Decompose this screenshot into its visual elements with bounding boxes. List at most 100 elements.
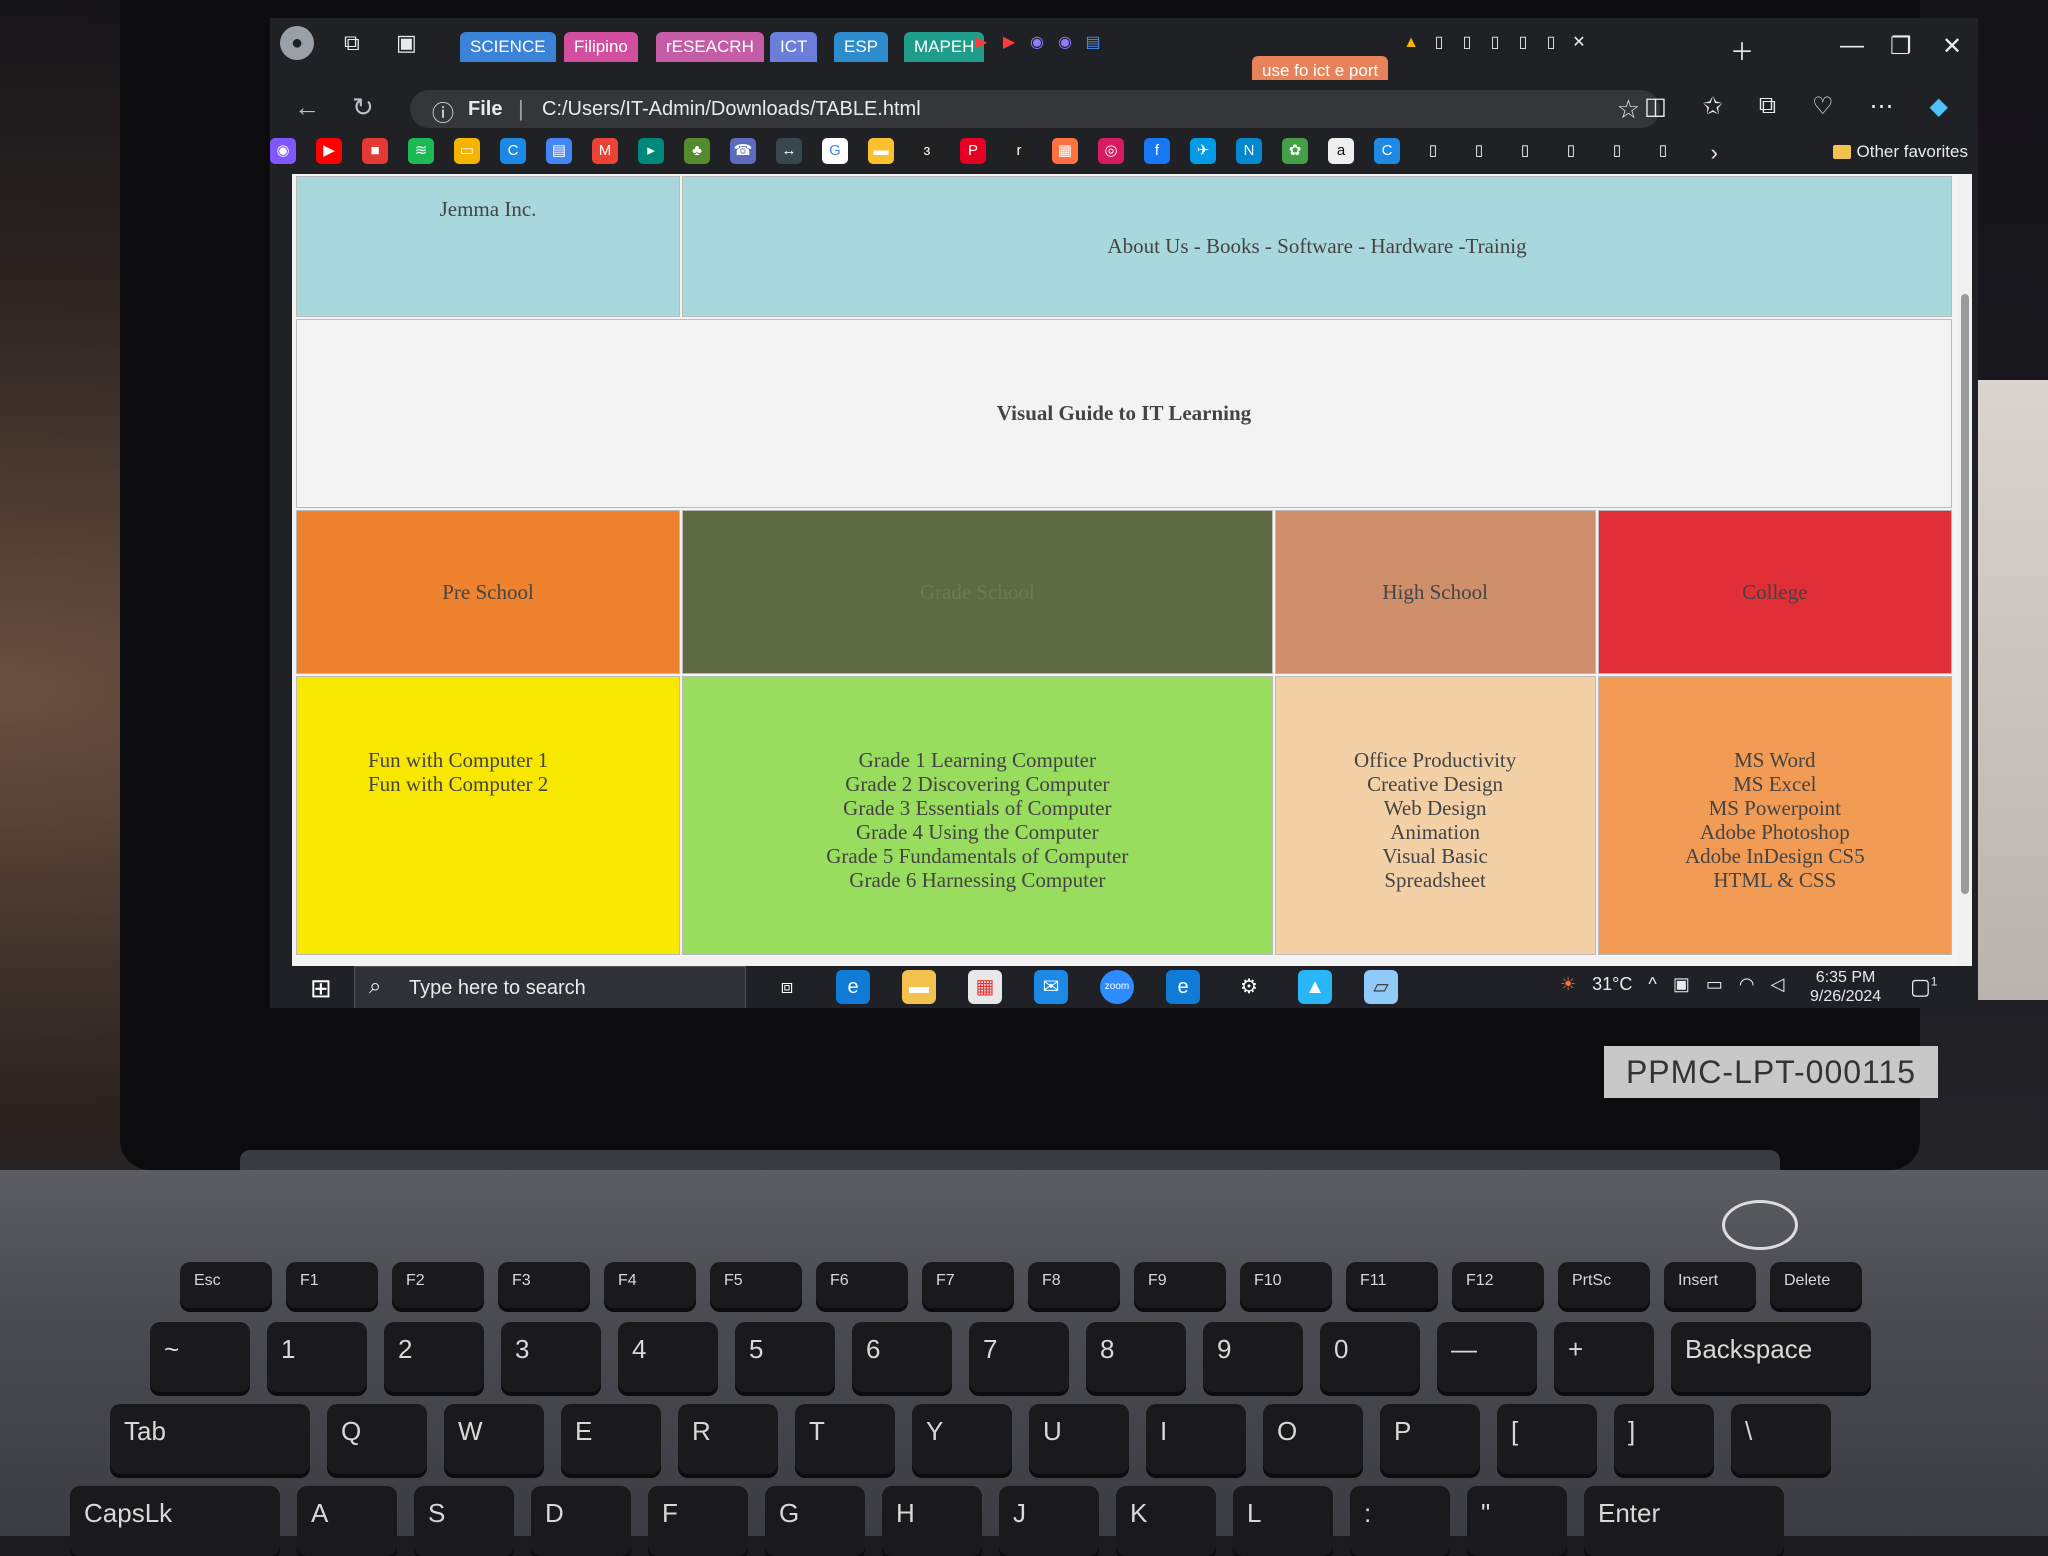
key-e[interactable]: E [561,1404,661,1474]
key-w[interactable]: W [444,1404,544,1474]
page-icon[interactable]: ▯ [1512,30,1534,56]
meet-icon[interactable]: ▸ [638,138,664,164]
key-k[interactable]: K [1116,1486,1216,1556]
key-u[interactable]: U [1029,1404,1129,1474]
split-screen-icon[interactable]: ◫ [1644,92,1667,121]
key-[interactable]: ] [1614,1404,1714,1474]
app-icon[interactable]: C [1374,138,1400,164]
key-esc[interactable]: Esc [180,1262,272,1308]
favorites-icon[interactable]: ✩ [1703,92,1723,121]
key-h[interactable]: H [882,1486,982,1556]
key-f9[interactable]: F9 [1134,1262,1226,1308]
page-icon[interactable]: ▯ [1420,138,1446,164]
key-6[interactable]: 6 [852,1322,952,1392]
new-tab-icon[interactable]: ＋ [1730,32,1754,67]
key-[interactable]: \ [1731,1404,1831,1474]
drive-icon[interactable]: ▲ [1400,30,1422,56]
key-1[interactable]: 1 [267,1322,367,1392]
page-icon[interactable]: ▯ [1484,30,1506,56]
meet-now-icon[interactable]: ▣ [1673,974,1690,995]
key-7[interactable]: 7 [969,1322,1069,1392]
app-icon[interactable]: N [1236,138,1262,164]
page-icon[interactable]: ▯ [1512,138,1538,164]
key-o[interactable]: O [1263,1404,1363,1474]
key-0[interactable]: 0 [1320,1322,1420,1392]
key-f12[interactable]: F12 [1452,1262,1544,1308]
key-p[interactable]: P [1380,1404,1480,1474]
pinterest-icon[interactable]: P [960,138,986,164]
key-[interactable]: : [1350,1486,1450,1556]
folder-icon[interactable]: ▬ [868,138,894,164]
workspaces-icon[interactable]: ⧉ [344,30,360,56]
copilot-icon[interactable]: ◆ [1930,92,1948,121]
key-5[interactable]: 5 [735,1322,835,1392]
back-icon[interactable]: ← [294,92,320,123]
key-t[interactable]: T [795,1404,895,1474]
key-i[interactable]: I [1146,1404,1246,1474]
tab-group-ict[interactable]: ICT [770,32,818,62]
page-icon[interactable]: ▯ [1456,30,1478,56]
power-button[interactable] [1722,1200,1798,1250]
messenger-icon[interactable]: ◉ [270,138,296,164]
volume-icon[interactable]: ◁ [1771,974,1785,995]
youtube-icon[interactable]: ▶ [316,138,342,164]
messenger-icon[interactable]: ◉ [1054,30,1076,56]
zoom-icon[interactable]: zoom [1100,970,1134,1004]
docs-icon[interactable]: ▤ [546,138,572,164]
page-icon[interactable]: ▯ [1650,138,1676,164]
google-icon[interactable]: G [822,138,848,164]
key-3[interactable]: 3 [501,1322,601,1392]
url-text[interactable]: C:/Users/IT-Admin/Downloads/TABLE.html [542,98,921,121]
messenger-icon[interactable]: ◉ [1026,30,1048,56]
phone-icon[interactable]: ☎ [730,138,756,164]
canva-icon[interactable]: C [500,138,526,164]
task-view-icon[interactable]: ⧈ [770,970,804,1004]
key-q[interactable]: Q [327,1404,427,1474]
shopping-icon[interactable]: ■ [362,138,388,164]
taskbar-clock[interactable]: 6:35 PM 9/26/2024 [1810,968,1881,1006]
other-favorites[interactable]: Other favorites [1832,142,1968,162]
key-f2[interactable]: F2 [392,1262,484,1308]
key-[interactable]: ~ [150,1322,250,1392]
edge-icon[interactable]: e [836,970,870,1004]
notepad-icon[interactable]: ▱ [1364,970,1398,1004]
key-9[interactable]: 9 [1203,1322,1303,1392]
close-window-icon[interactable]: ✕ [1942,32,1962,61]
plant-icon[interactable]: ♣ [684,138,710,164]
page-icon[interactable]: ▯ [1540,30,1562,56]
app-icon[interactable]: ✿ [1282,138,1308,164]
minimize-icon[interactable]: — [1840,32,1864,60]
key-[interactable]: — [1437,1322,1537,1392]
refresh-icon[interactable]: ↻ [352,92,374,123]
page-icon[interactable]: ▯ [1604,138,1630,164]
docs-icon[interactable]: ▤ [1082,30,1104,56]
key-f7[interactable]: F7 [922,1262,1014,1308]
wifi-icon[interactable]: ◠ [1739,974,1755,995]
key-f1[interactable]: F1 [286,1262,378,1308]
key-2[interactable]: 2 [384,1322,484,1392]
more-icon[interactable]: ⋯ [1870,92,1894,121]
amazon-icon[interactable]: a [1328,138,1354,164]
chevron-up-icon[interactable]: ^ [1648,974,1656,995]
key-r[interactable]: R [678,1404,778,1474]
app-icon[interactable]: r [1006,138,1032,164]
store-icon[interactable]: ▦ [968,970,1002,1004]
key-f11[interactable]: F11 [1346,1262,1438,1308]
calendar-icon[interactable]: ▦ [1052,138,1078,164]
key-delete[interactable]: Delete [1770,1262,1862,1308]
instagram-icon[interactable]: ◎ [1098,138,1124,164]
key-[interactable]: " [1467,1486,1567,1556]
key-f10[interactable]: F10 [1240,1262,1332,1308]
plane-icon[interactable]: ✈ [1190,138,1216,164]
tab-group-filipino[interactable]: Filipino [564,32,638,62]
chevron-right-icon[interactable]: › [1711,140,1718,166]
battery-icon[interactable]: ▭ [1706,974,1723,995]
vertical-scrollbar[interactable] [1958,174,1972,966]
page-icon[interactable]: ▯ [1428,30,1450,56]
key-a[interactable]: A [297,1486,397,1556]
tab-group-esp[interactable]: ESP [834,32,889,62]
tab-group-science[interactable]: SCIENCE [460,32,556,62]
key-f8[interactable]: F8 [1028,1262,1120,1308]
key-l[interactable]: L [1233,1486,1333,1556]
youtube-icon[interactable]: ▶ [998,30,1020,56]
